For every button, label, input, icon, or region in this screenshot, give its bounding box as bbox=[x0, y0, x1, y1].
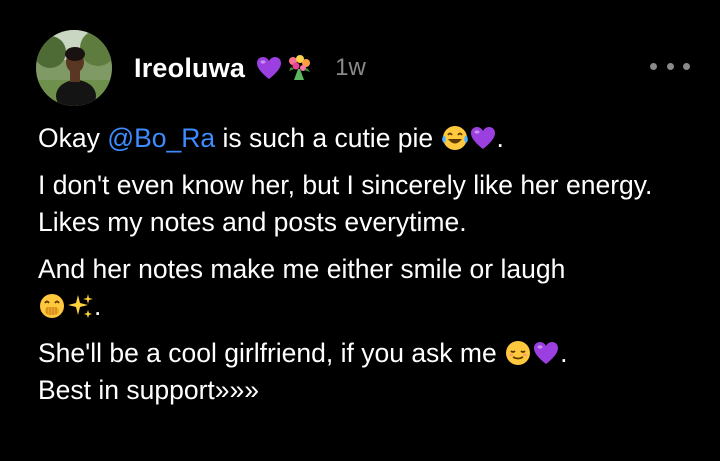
more-dot bbox=[666, 62, 674, 70]
purple-heart-icon bbox=[469, 124, 497, 152]
author-row: Ireoluwa 1w bbox=[134, 50, 366, 86]
more-dot bbox=[683, 62, 690, 70]
relieved-face-icon bbox=[504, 339, 532, 367]
post-body: Okay @Bo_Ra is such a cutie pie . I don'… bbox=[38, 120, 698, 419]
more-dot bbox=[650, 62, 657, 70]
text: Best in support»»» bbox=[38, 375, 259, 405]
purple-heart-icon bbox=[532, 339, 560, 367]
paragraph-1: Okay @Bo_Ra is such a cutie pie . bbox=[38, 120, 698, 157]
post-header: Ireoluwa 1w bbox=[36, 30, 690, 106]
text: . bbox=[496, 123, 504, 153]
paragraph-4: She'll be a cool girlfriend, if you ask … bbox=[38, 335, 698, 409]
text: She'll be a cool girlfriend, if you ask … bbox=[38, 338, 505, 368]
text: . bbox=[94, 291, 102, 321]
text: . bbox=[560, 338, 568, 368]
paragraph-2: I don't even know her, but I sincerely l… bbox=[38, 170, 653, 237]
text: is such a cutie pie bbox=[215, 123, 441, 153]
post-card: Ireoluwa 1w Okay @Bo_Ra is such a cutie … bbox=[0, 0, 720, 461]
text: And her notes make me either smile or la… bbox=[38, 254, 566, 284]
timestamp: 1w bbox=[335, 54, 366, 81]
tears-of-joy-icon bbox=[441, 124, 469, 152]
author-name[interactable]: Ireoluwa bbox=[134, 53, 245, 84]
text: Okay bbox=[38, 123, 108, 153]
sparkles-icon bbox=[66, 292, 94, 320]
mention-link[interactable]: @Bo_Ra bbox=[107, 123, 215, 153]
avatar[interactable] bbox=[36, 30, 112, 106]
paragraph-3: And her notes make me either smile or la… bbox=[38, 251, 698, 325]
hand-over-mouth-icon bbox=[38, 292, 66, 320]
purple-heart-icon bbox=[255, 54, 283, 82]
more-options-button[interactable] bbox=[650, 58, 690, 74]
bouquet-icon bbox=[285, 54, 313, 82]
